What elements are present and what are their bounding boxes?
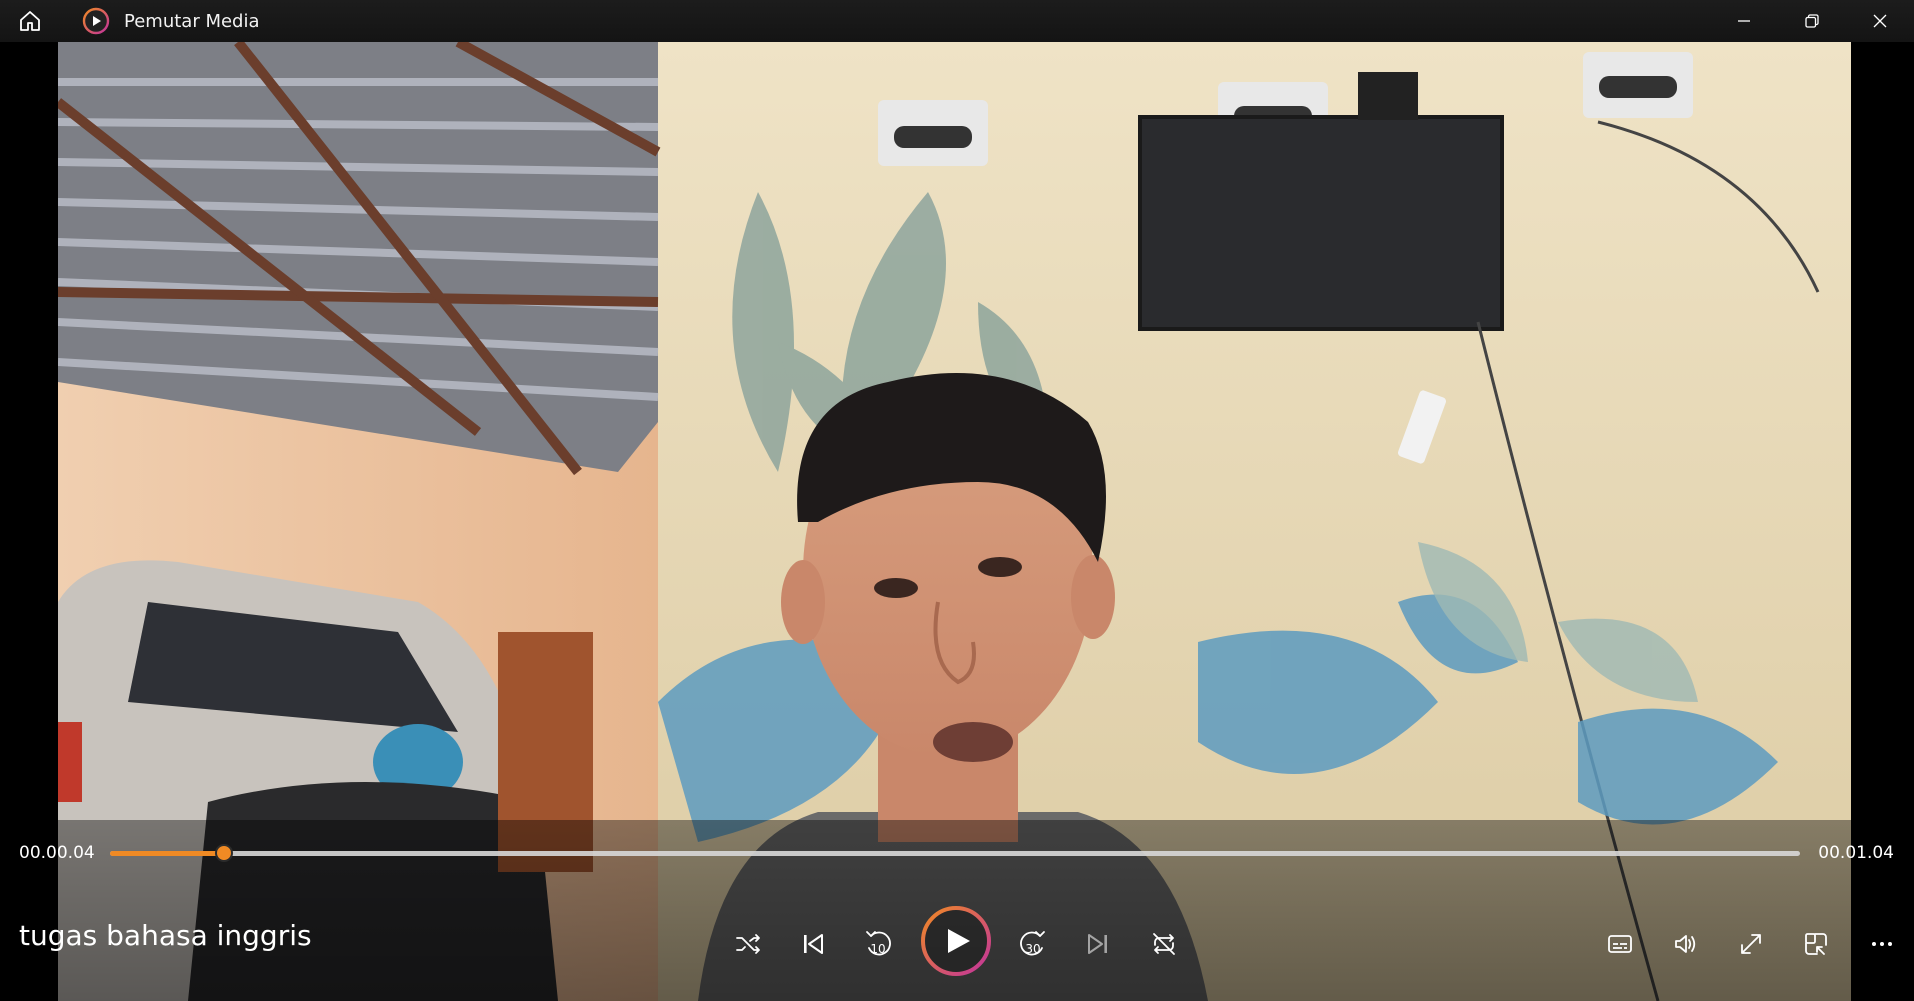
play-button[interactable] [919, 904, 993, 978]
skip-back-label: 10 [870, 942, 885, 956]
duration: 00.01.04 [1818, 843, 1894, 863]
shuffle-icon [736, 934, 760, 954]
captions-button[interactable] [1600, 924, 1640, 964]
media-player-icon [82, 7, 110, 35]
repeat-button[interactable] [1144, 924, 1184, 964]
close-icon [1873, 14, 1887, 28]
volume-icon [1675, 935, 1696, 953]
skip-forward-label: 30 [1025, 942, 1040, 956]
fullscreen-icon [1741, 934, 1761, 954]
restore-button[interactable] [1778, 0, 1846, 42]
mini-player-icon [1805, 933, 1827, 955]
minimize-button[interactable] [1710, 0, 1778, 42]
seek-progress [110, 851, 225, 856]
media-title: tugas bahasa inggris [19, 919, 312, 952]
skip-back-icon: 10 [866, 931, 891, 956]
home-icon [20, 11, 40, 31]
play-icon [948, 929, 970, 953]
skip-back-button[interactable]: 10 [858, 920, 898, 966]
shuffle-button[interactable] [728, 924, 768, 964]
skip-forward-icon: 30 [1020, 931, 1045, 956]
next-button[interactable] [1078, 924, 1118, 964]
title-bar: Pemutar Media [0, 0, 1914, 42]
more-icon [1872, 942, 1892, 946]
home-button[interactable] [0, 0, 60, 42]
current-time: 00.00.04 [19, 843, 95, 863]
restore-icon [1805, 14, 1819, 28]
window-title: Pemutar Media [124, 10, 260, 32]
minimize-icon [1738, 20, 1750, 22]
volume-button[interactable] [1666, 924, 1706, 964]
more-button[interactable] [1862, 924, 1902, 964]
fullscreen-button[interactable] [1731, 924, 1771, 964]
skip-forward-button[interactable]: 30 [1013, 920, 1053, 966]
mini-player-button[interactable] [1796, 924, 1836, 964]
seek-track[interactable] [110, 851, 1800, 856]
previous-icon [804, 934, 823, 954]
seek-bar[interactable] [110, 844, 1800, 862]
repeat-off-icon [1153, 933, 1175, 955]
seek-thumb[interactable] [215, 844, 234, 862]
captions-icon [1608, 935, 1632, 953]
previous-button[interactable] [793, 924, 833, 964]
close-button[interactable] [1846, 0, 1914, 42]
next-icon [1088, 934, 1107, 954]
